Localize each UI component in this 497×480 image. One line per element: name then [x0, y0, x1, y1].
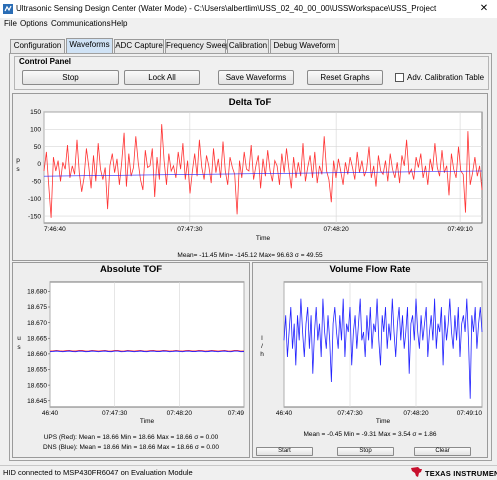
absolute-tof-title: Absolute TOF — [99, 264, 163, 275]
delta-tof-title: Delta ToF — [228, 97, 272, 108]
y-axis-label: h — [260, 351, 264, 358]
menu-file[interactable]: File — [4, 19, 17, 28]
y-tick-label: -150 — [28, 213, 41, 220]
y-tick-label: 18.660 — [27, 351, 47, 358]
y-axis-label: p — [16, 157, 20, 164]
y-axis-label: l — [261, 335, 263, 342]
reset-graphs-button[interactable]: Reset Graphs — [307, 70, 383, 85]
menu-options[interactable]: Options — [20, 19, 48, 28]
tab-frequency-sweep[interactable]: Frequency Sweep — [165, 39, 230, 53]
y-tick-label: 18.655 — [27, 367, 47, 374]
y-tick-label: 50 — [34, 144, 42, 151]
volume-flow-stats: Mean = -0.45 Min = -9.31 Max = 3.54 σ = … — [303, 431, 437, 438]
absolute-tof-chart: 18.680 18.675 18.670 18.665 18.660 18.655 18.6… — [17, 281, 245, 425]
tab-debug-waveform[interactable]: Debug Waveform — [270, 39, 339, 53]
y-tick-label: 18.675 — [27, 304, 47, 311]
y-axis-label: / — [261, 343, 263, 350]
x-tick-label: 07:47:30 — [177, 226, 203, 233]
y-tick-label: 18.670 — [27, 320, 47, 327]
x-tick-label: 07:47:30 — [102, 410, 128, 417]
flow-start-button[interactable]: Start — [256, 447, 313, 456]
tab-adc-capture[interactable]: ADC Capture — [114, 39, 164, 53]
menu-bar: File Options Communications Help — [0, 18, 497, 31]
close-icon[interactable]: ✕ — [471, 0, 497, 18]
x-tick-label: 07:49:10 — [447, 226, 473, 233]
y-tick-label: -100 — [28, 196, 41, 203]
x-tick-label: 07:48:20 — [167, 410, 193, 417]
status-text: HID connected to MSP430FR6047 on Evaluat… — [3, 468, 193, 477]
title-bar: Ultrasonic Sensing Design Center (Water … — [0, 0, 497, 18]
adv-calibration-label: Adv. Calibration Table — [407, 73, 485, 82]
app-icon — [3, 4, 13, 14]
y-tick-label: 18.650 — [27, 382, 47, 389]
save-waveforms-button[interactable]: Save Waveforms — [218, 70, 294, 85]
y-tick-label: 150 — [30, 109, 41, 116]
x-tick-label: 7:46:40 — [44, 226, 66, 233]
tab-configuration[interactable]: Configuration — [10, 39, 65, 53]
x-tick-label: 07:49 — [228, 410, 245, 417]
y-tick-label: 18.680 — [27, 289, 47, 296]
y-tick-label: -50 — [32, 179, 42, 186]
x-tick-label: 46:40 — [42, 410, 59, 417]
x-tick-label: 07:48:20 — [323, 226, 349, 233]
tab-waveforms[interactable]: Waveforms — [66, 38, 113, 53]
x-tick-label: 46:40 — [276, 410, 293, 417]
delta-tof-chart: 150 100 50 0 -50 -100 -1507:46:40 07:47:30 07:48… — [16, 109, 483, 242]
lock-all-button[interactable]: Lock All — [124, 70, 200, 85]
x-axis-label: Time — [140, 418, 155, 425]
y-tick-label: 18.665 — [27, 335, 47, 342]
x-axis-label: Time — [376, 418, 391, 425]
y-tick-label: 0 — [37, 161, 41, 168]
x-tick-label: 07:47:30 — [337, 410, 363, 417]
control-panel-title: Control Panel — [19, 57, 72, 66]
adv-calibration-checkbox[interactable] — [395, 73, 404, 82]
flow-clear-button[interactable]: Clear — [414, 447, 471, 456]
menu-communications[interactable]: Communications — [51, 19, 111, 28]
y-axis-label: s — [16, 166, 20, 173]
ti-logo-icon — [411, 467, 422, 477]
tab-calibration[interactable]: Calibration — [227, 39, 269, 53]
window-title: Ultrasonic Sensing Design Center (Water … — [16, 4, 437, 13]
x-tick-label: 07:49:10 — [457, 410, 483, 417]
x-tick-label: 07:48:20 — [403, 410, 429, 417]
y-tick-label: 100 — [30, 127, 41, 134]
plot-area — [49, 281, 245, 408]
delta-tof-stats: Mean= -11.45 Min= -145.12 Max= 96.63 σ =… — [177, 252, 323, 259]
flow-stop-button[interactable]: Stop — [337, 447, 394, 456]
volume-flow-chart: 46:40 07:47:30 07:48:20 07:49:10 Time l/h — [260, 281, 483, 425]
y-axis-label: s — [17, 344, 21, 351]
x-axis-label: Time — [256, 235, 271, 242]
menu-help[interactable]: Help — [111, 19, 127, 28]
y-tick-label: 18.645 — [27, 398, 47, 405]
stop-button[interactable]: Stop — [22, 70, 119, 85]
volume-flow-title: Volume Flow Rate — [329, 264, 411, 275]
y-axis-label: u — [17, 335, 21, 342]
brand-text: TEXAS INSTRUMENTS — [425, 469, 497, 478]
absolute-tof-stats-ups: UPS (Red): Mean = 18.66 Min = 18.66 Max … — [43, 434, 219, 441]
absolute-tof-stats-dns: DNS (Blue): Mean = 18.66 Min = 18.66 Max… — [42, 444, 219, 451]
